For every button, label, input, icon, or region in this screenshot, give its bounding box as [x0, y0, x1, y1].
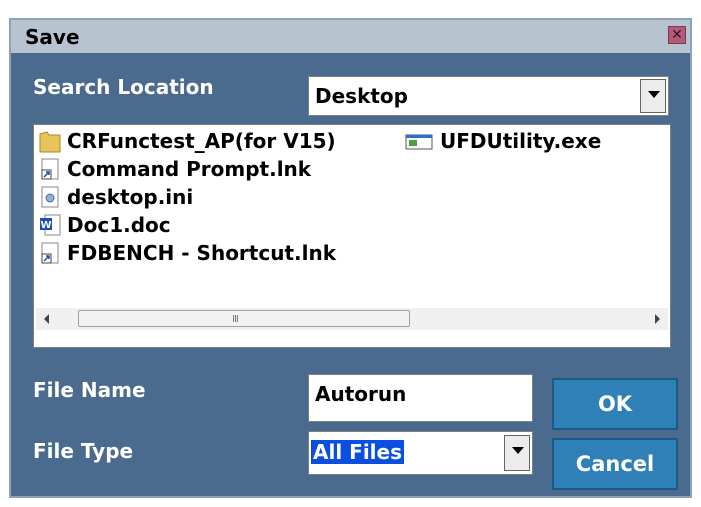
file-type-value: All Files: [311, 440, 404, 464]
save-dialog: Save ✕ Search Location Desktop CRFunctes…: [9, 18, 692, 498]
list-item[interactable]: desktop.ini: [39, 183, 193, 211]
file-name: CRFunctest_AP(for V15): [67, 129, 336, 153]
chevron-down-icon[interactable]: [504, 435, 530, 471]
dialog-title: Save: [25, 25, 80, 49]
title-bar[interactable]: Save ✕: [11, 20, 690, 53]
list-item[interactable]: CRFunctest_AP(for V15): [39, 127, 336, 155]
chevron-down-icon[interactable]: [640, 79, 666, 113]
scroll-left-icon[interactable]: [44, 314, 49, 324]
scroll-right-icon[interactable]: [655, 314, 660, 324]
file-name: desktop.ini: [67, 185, 194, 209]
settings-file-icon: [39, 185, 61, 209]
close-icon[interactable]: ✕: [668, 26, 686, 44]
shortcut-icon: [39, 241, 61, 265]
ok-button[interactable]: OK: [552, 378, 678, 430]
scrollbar-grip: III: [232, 314, 239, 325]
list-item[interactable]: FDBENCH - Shortcut.lnk: [39, 239, 336, 267]
search-location-label: Search Location: [33, 75, 214, 99]
file-list[interactable]: CRFunctest_AP(for V15) UFDUtility.exe Co…: [33, 124, 671, 348]
list-item[interactable]: W Doc1.doc: [39, 211, 171, 239]
file-type-label: File Type: [33, 439, 134, 463]
file-name-label: File Name: [33, 378, 146, 402]
file-name-input[interactable]: Autorun: [308, 374, 533, 422]
horizontal-scrollbar[interactable]: III: [36, 308, 668, 330]
file-name-value: Autorun: [315, 382, 407, 406]
svg-text:W: W: [40, 220, 51, 231]
scrollbar-thumb[interactable]: III: [78, 310, 410, 327]
list-item[interactable]: Command Prompt.lnk: [39, 155, 311, 183]
file-name: Doc1.doc: [67, 213, 171, 237]
shortcut-icon: [39, 157, 61, 181]
folder-icon: [39, 129, 61, 153]
cancel-button[interactable]: Cancel: [552, 438, 678, 490]
file-type-dropdown[interactable]: All Files: [308, 431, 533, 475]
file-name: FDBENCH - Shortcut.lnk: [67, 241, 337, 265]
word-document-icon: W: [39, 213, 61, 237]
list-item[interactable]: UFDUtility.exe: [404, 127, 601, 155]
search-location-value: Desktop: [315, 84, 408, 108]
search-location-dropdown[interactable]: Desktop: [308, 76, 669, 116]
app-exe-icon: [404, 129, 434, 153]
file-name: Command Prompt.lnk: [67, 157, 312, 181]
file-name: UFDUtility.exe: [440, 129, 602, 153]
